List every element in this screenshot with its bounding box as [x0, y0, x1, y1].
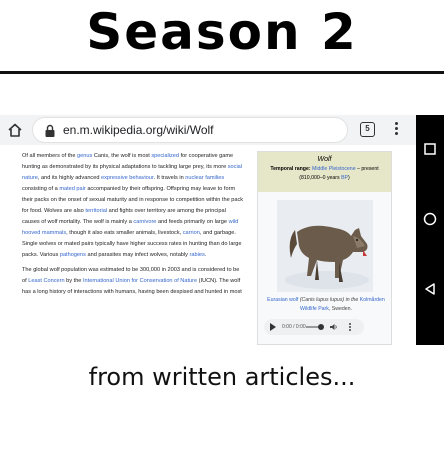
article-link[interactable]: carnivore [133, 219, 156, 225]
article-link[interactable]: rabies [190, 252, 205, 258]
phone-screenshot: en.m.wikipedia.org/wiki/Wolf 5 Of all me… [0, 115, 444, 345]
caption-link-eurasian-wolf[interactable]: Eurasian wolf [267, 297, 298, 303]
page-title: Season 2 [86, 3, 358, 61]
article-link[interactable]: International Union for Conservation of … [83, 278, 197, 284]
article-text: Of all members of the [22, 153, 78, 159]
range-years: (810,000–0 years [299, 175, 342, 181]
audio-time: 0:00 / 0:00 [282, 324, 306, 330]
range-link[interactable]: Middle Pleistocene [312, 166, 356, 172]
article-text: and feeds primarily on large [156, 219, 229, 225]
article-link[interactable]: pathogens [60, 252, 86, 258]
play-icon[interactable] [270, 323, 276, 331]
article-link[interactable]: territorial [85, 208, 107, 214]
article-link[interactable]: expressive behaviour [101, 175, 154, 181]
range-end: ) [348, 175, 350, 181]
article-text: Canis, the wolf is most [92, 153, 152, 159]
article-link[interactable]: nuclear families [185, 175, 224, 181]
audio-player[interactable]: 0:00 / 0:00 [264, 319, 364, 335]
caption-end: , Sweden. [328, 306, 352, 312]
infobox-caption: Eurasian wolf (Canis lupus lupus) in the… [264, 296, 388, 314]
bp-link[interactable]: BP [341, 175, 348, 181]
article-paragraph-1: Of all members of the genus Canis, the w… [22, 151, 244, 261]
article-link[interactable]: specialized [151, 153, 179, 159]
home-circle-icon[interactable] [423, 212, 437, 226]
infobox-title: Wolf [317, 156, 332, 163]
range-suffix: – present [355, 166, 379, 172]
article-link[interactable]: Least Concern [28, 278, 64, 284]
back-icon[interactable] [423, 282, 437, 296]
home-icon[interactable] [7, 122, 23, 138]
article-link[interactable]: carrion [183, 230, 200, 236]
wolf-illustration [277, 200, 373, 292]
article-text: , and its highly advanced [37, 175, 102, 181]
article-body: Of all members of the genus Canis, the w… [22, 151, 244, 345]
bottom-caption: from written articles... [88, 363, 356, 391]
range-label: Temporal range: [270, 166, 313, 172]
lock-icon [45, 124, 55, 137]
browser-toolbar: en.m.wikipedia.org/wiki/Wolf 5 [0, 115, 416, 145]
audio-progress-handle[interactable] [318, 324, 324, 330]
article-text: . It travels in [153, 175, 186, 181]
url-text: en.m.wikipedia.org/wiki/Wolf [63, 123, 214, 137]
title-divider [0, 71, 444, 74]
temporal-range: Temporal range: Middle Pleistocene – pre… [258, 165, 391, 183]
android-nav-bar [416, 115, 444, 345]
infobox-header: Wolf Temporal range: Middle Pleistocene … [258, 152, 391, 192]
address-bar[interactable]: en.m.wikipedia.org/wiki/Wolf [32, 117, 348, 143]
player-more-icon[interactable] [348, 322, 352, 332]
article-text: . [204, 252, 207, 258]
tab-switcher-icon[interactable]: 5 [360, 122, 375, 137]
article-paragraph-2: The global wolf population was estimated… [22, 265, 244, 298]
infobox: Wolf Temporal range: Middle Pleistocene … [257, 151, 392, 345]
article-text: consisting of a [22, 186, 60, 192]
article-text: and parasites may infect wolves, notably [85, 252, 190, 258]
wolf-photo[interactable] [277, 200, 373, 292]
recents-icon[interactable] [423, 142, 437, 156]
caption-text: (Canis lupus lupus) in the [298, 297, 360, 303]
article-link[interactable]: genus [77, 153, 92, 159]
article-text: , though it also eats smaller animals, l… [66, 230, 183, 236]
article-text: by the [64, 278, 83, 284]
overflow-menu-icon[interactable] [392, 120, 400, 140]
article-link[interactable]: mated pair [59, 186, 85, 192]
volume-icon[interactable] [330, 323, 338, 331]
